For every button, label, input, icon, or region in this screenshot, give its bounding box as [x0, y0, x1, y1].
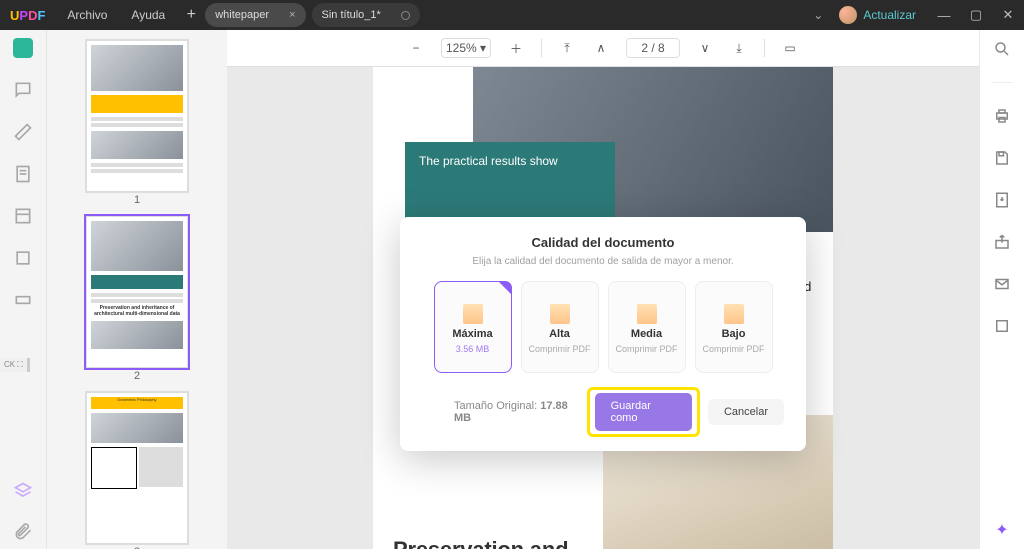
share-icon[interactable] — [993, 233, 1011, 251]
chevron-down-icon[interactable]: ⌄ — [813, 8, 823, 22]
avatar[interactable] — [839, 6, 857, 24]
export-icon[interactable] — [993, 191, 1011, 209]
menu-help[interactable]: Ayuda — [119, 8, 177, 22]
zoom-in-icon[interactable]: ＋ — [507, 39, 525, 57]
search-icon[interactable] — [993, 40, 1011, 58]
page-input[interactable]: 2 / 8 — [626, 38, 680, 58]
thumbnail-1[interactable] — [86, 40, 188, 192]
tab-unsaved-dot — [401, 11, 410, 20]
crop-icon[interactable] — [13, 248, 33, 268]
attachment-icon[interactable] — [13, 521, 33, 541]
ai-icon[interactable]: ✦ — [993, 521, 1011, 539]
quality-option-high[interactable]: AltaComprimir PDF — [521, 281, 599, 373]
dialog-subtitle: Elija la calidad del documento de salida… — [418, 256, 788, 267]
maximize-icon[interactable]: ▢ — [960, 7, 992, 23]
tab-untitled[interactable]: Sin título_1* — [312, 3, 420, 27]
app-logo: UPDF — [0, 8, 55, 23]
thumb-number: 1 — [47, 194, 227, 206]
view-toolbar: − 125% ▾ ＋ ⤒ ∧ 2 / 8 ∨ ⤓ ▭ — [227, 30, 979, 67]
side-handle[interactable]: CK ⛶ — [0, 358, 30, 372]
section-heading: Preservation and inheritance of architec… — [393, 537, 573, 549]
thumbnail-icon — [637, 304, 657, 324]
redact-icon[interactable] — [13, 290, 33, 310]
thumbnail-icon — [463, 304, 483, 324]
cancel-button[interactable]: Cancelar — [708, 399, 784, 425]
thumbnail-icon — [724, 304, 744, 324]
zoom-select[interactable]: 125% ▾ — [441, 38, 491, 58]
more-icon[interactable] — [993, 317, 1011, 335]
present-icon[interactable]: ▭ — [781, 39, 799, 57]
menu-file[interactable]: Archivo — [55, 8, 119, 22]
save-as-button[interactable]: Guardar como — [595, 393, 692, 431]
zoom-out-icon[interactable]: − — [407, 39, 425, 57]
minimize-icon[interactable]: — — [928, 8, 960, 23]
last-page-icon[interactable]: ⤓ — [730, 39, 748, 57]
tool-icon[interactable] — [13, 206, 33, 226]
close-icon[interactable]: ✕ — [992, 7, 1024, 23]
new-tab-button[interactable]: + — [177, 0, 205, 30]
close-tab-icon[interactable]: × — [289, 9, 295, 21]
quality-option-max[interactable]: Máxima3.56 MB — [434, 281, 512, 373]
quality-dialog: Calidad del documento Elija la calidad d… — [400, 217, 806, 451]
layers-icon[interactable] — [13, 481, 33, 501]
thumbnail-3[interactable]: Geometric Philosophy — [86, 392, 188, 544]
first-page-icon[interactable]: ⤒ — [558, 39, 576, 57]
thumbnail-icon — [550, 304, 570, 324]
edit-icon[interactable] — [13, 122, 33, 142]
reader-mode-icon[interactable] — [13, 38, 33, 58]
right-toolbar: ✦ — [979, 30, 1024, 549]
comment-icon[interactable] — [13, 80, 33, 100]
mail-icon[interactable] — [993, 275, 1011, 293]
thumbnail-panel: 1 Preservation and inheritance of archit… — [47, 30, 227, 549]
thumbnail-2[interactable]: Preservation and inheritance of architec… — [86, 216, 188, 368]
quality-option-low[interactable]: BajoComprimir PDF — [695, 281, 773, 373]
original-size-label: Tamaño Original: 17.88 MB — [454, 400, 579, 424]
print-icon[interactable] — [993, 107, 1011, 125]
upgrade-link[interactable]: Actualizar — [863, 8, 916, 22]
thumb-number: 2 — [47, 370, 227, 382]
prev-page-icon[interactable]: ∧ — [592, 39, 610, 57]
quality-option-medium[interactable]: MediaComprimir PDF — [608, 281, 686, 373]
left-toolbar — [0, 30, 47, 549]
save-icon[interactable] — [993, 149, 1011, 167]
dialog-title: Calidad del documento — [418, 235, 788, 250]
page-icon[interactable] — [13, 164, 33, 184]
next-page-icon[interactable]: ∨ — [696, 39, 714, 57]
tab-whitepaper[interactable]: whitepaper× — [205, 3, 305, 27]
